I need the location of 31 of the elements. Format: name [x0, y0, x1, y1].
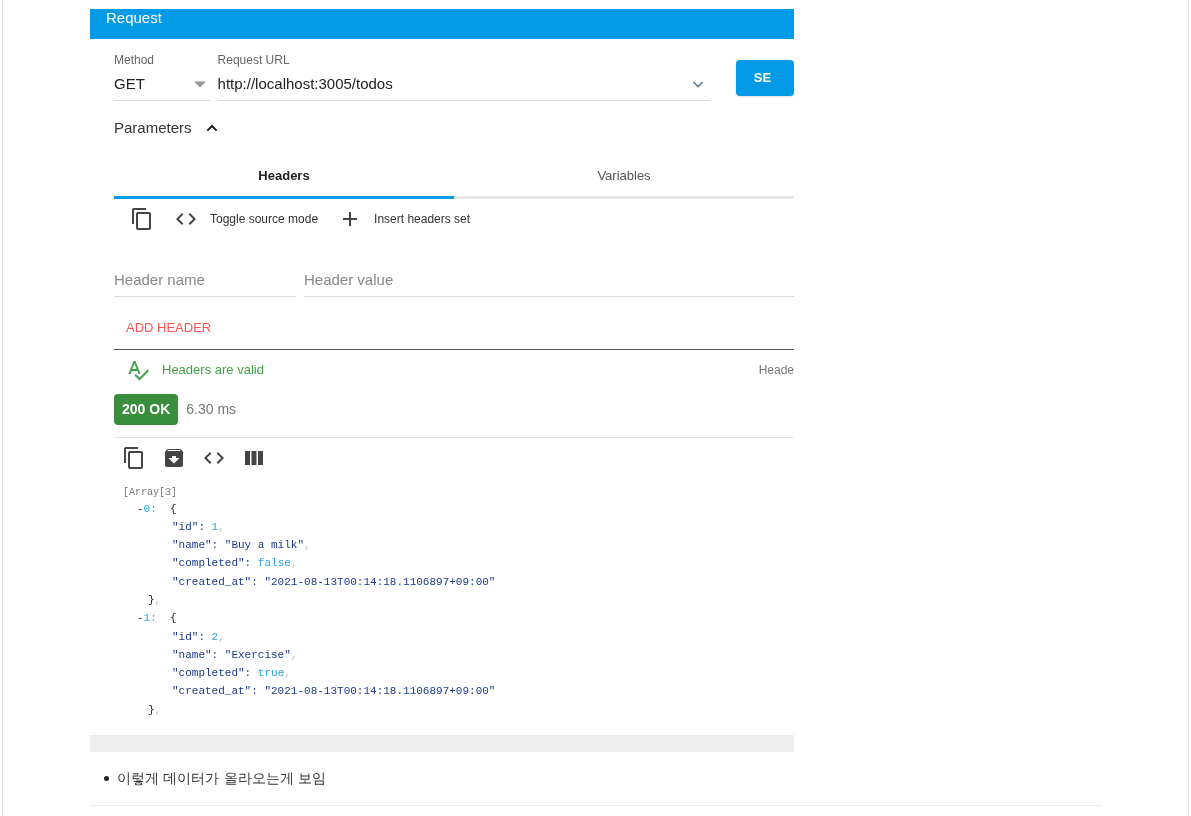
- side-label: Heade: [758, 361, 794, 379]
- json-line[interactable]: -1: {: [137, 609, 177, 628]
- parameters-label[interactable]: Parameters: [114, 116, 192, 139]
- bullet-icon: [104, 776, 109, 781]
- copy-icon[interactable]: [130, 207, 154, 231]
- url-field[interactable]: Request URL http://localhost:3005/todos: [217, 51, 710, 101]
- method-select[interactable]: Method GET: [114, 51, 210, 101]
- bullet-text: 이렇게 데이터가 올라오는게 보임: [117, 769, 327, 788]
- json-line: "completed": false,: [172, 556, 298, 572]
- validation-message: Headers are valid: [162, 360, 264, 379]
- tab[interactable]: Headers: [114, 155, 454, 199]
- json-line: },: [148, 702, 162, 718]
- json-line: "completed": true,: [172, 666, 291, 682]
- request-title: Request: [106, 9, 162, 27]
- json-line: "id": 1,: [172, 519, 225, 535]
- array-label: [Array[3]: [123, 485, 178, 500]
- response-time: 6.30 ms: [186, 399, 237, 419]
- header-name-field[interactable]: Header name: [114, 269, 296, 297]
- tab[interactable]: Variables: [454, 155, 794, 199]
- json-line[interactable]: -0: {: [137, 499, 177, 518]
- json-line: "name": "Exercise",: [172, 647, 298, 663]
- toolbar-button-label[interactable]: Toggle source mode: [210, 210, 319, 228]
- json-line: "created_at": "2021-08-13T00:14:18.1106897+09:00": [172, 684, 496, 700]
- header-value-field[interactable]: Header value: [304, 269, 794, 297]
- json-line: },: [148, 593, 162, 608]
- json-line: "name": "Buy a milk",: [172, 538, 311, 554]
- json-line: "created_at": "2021-08-13T00:14:18.1106897+09:00": [172, 574, 496, 590]
- json-line: "id": 2,: [172, 629, 225, 645]
- toolbar-button-label[interactable]: Insert headers set: [374, 210, 471, 228]
- status-badge: 200 OK: [114, 393, 179, 425]
- copy-icon[interactable]: [122, 445, 146, 470]
